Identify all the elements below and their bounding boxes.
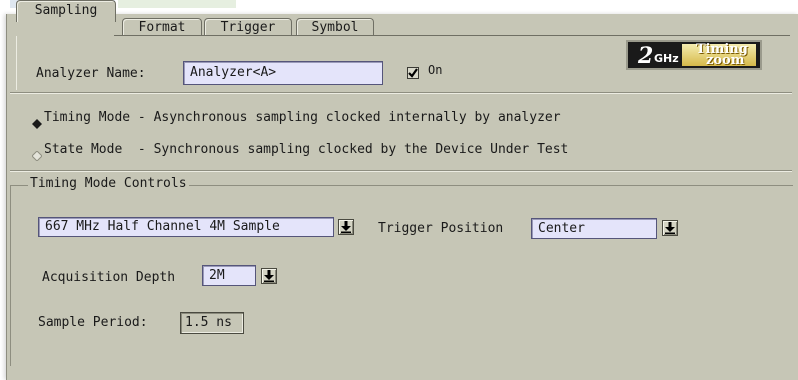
diamond-selected-icon [32,119,42,129]
separator-mid-highlight [10,171,792,172]
trigger-position-dropdown-button[interactable] [662,220,678,236]
tab-symbol-label: Symbol [311,20,359,35]
trigger-position-label: Trigger Position [378,221,504,236]
state-mode-label: State Mode - Synchronous sampling clocke… [44,142,569,157]
timing-mode-label: Timing Mode - Asynchronous sampling cloc… [44,110,561,125]
tab-baseline [114,35,790,36]
tab-trigger-label: Trigger [220,20,276,35]
timing-mode-controls-title: Timing Mode Controls [28,176,189,191]
on-label: On [428,63,443,77]
sample-mode-dropdown-button[interactable] [338,219,354,235]
arrow-down-icon [665,222,675,234]
sample-mode-select[interactable]: 667 MHz Half Channel 4M Sample [38,217,334,237]
logo-zoom: zoom [706,53,745,68]
analyzer-name-input[interactable]: Analyzer<A> [183,61,383,85]
top-strip [0,0,798,14]
sample-period-value: 1.5 ns [180,312,244,334]
checkmark-icon [407,67,419,79]
on-checkbox[interactable] [407,64,419,79]
separator-top-highlight [10,93,792,94]
state-mode-radio[interactable] [31,146,43,162]
acquisition-depth-label: Acquisition Depth [42,270,176,285]
logo-ghz: GHz [654,52,679,65]
tab-trigger[interactable]: Trigger [204,18,292,36]
diamond-unselected-icon [31,150,43,162]
top-strip-right [118,0,236,8]
tab-symbol[interactable]: Symbol [296,18,374,36]
sample-period-label: Sample Period: [38,315,148,330]
logo-2: 2 [638,43,654,69]
tab-format[interactable]: Format [122,18,202,36]
analyzer-name-label: Analyzer Name: [36,66,146,81]
trigger-position-select[interactable]: Center [531,218,657,239]
timing-mode-radio[interactable] [32,114,42,129]
tab-sampling[interactable]: Sampling [16,0,116,22]
acquisition-depth-select[interactable]: 2M [202,265,256,286]
timing-zoom-logo: 2 GHz Timing zoom [626,40,762,70]
tab-format-label: Format [138,20,186,35]
panel-left-edge [16,36,17,90]
acquisition-depth-dropdown-button[interactable] [261,268,277,284]
tab-sampling-label: Sampling [34,3,98,18]
arrow-down-icon [341,221,351,233]
arrow-down-icon [264,270,274,282]
